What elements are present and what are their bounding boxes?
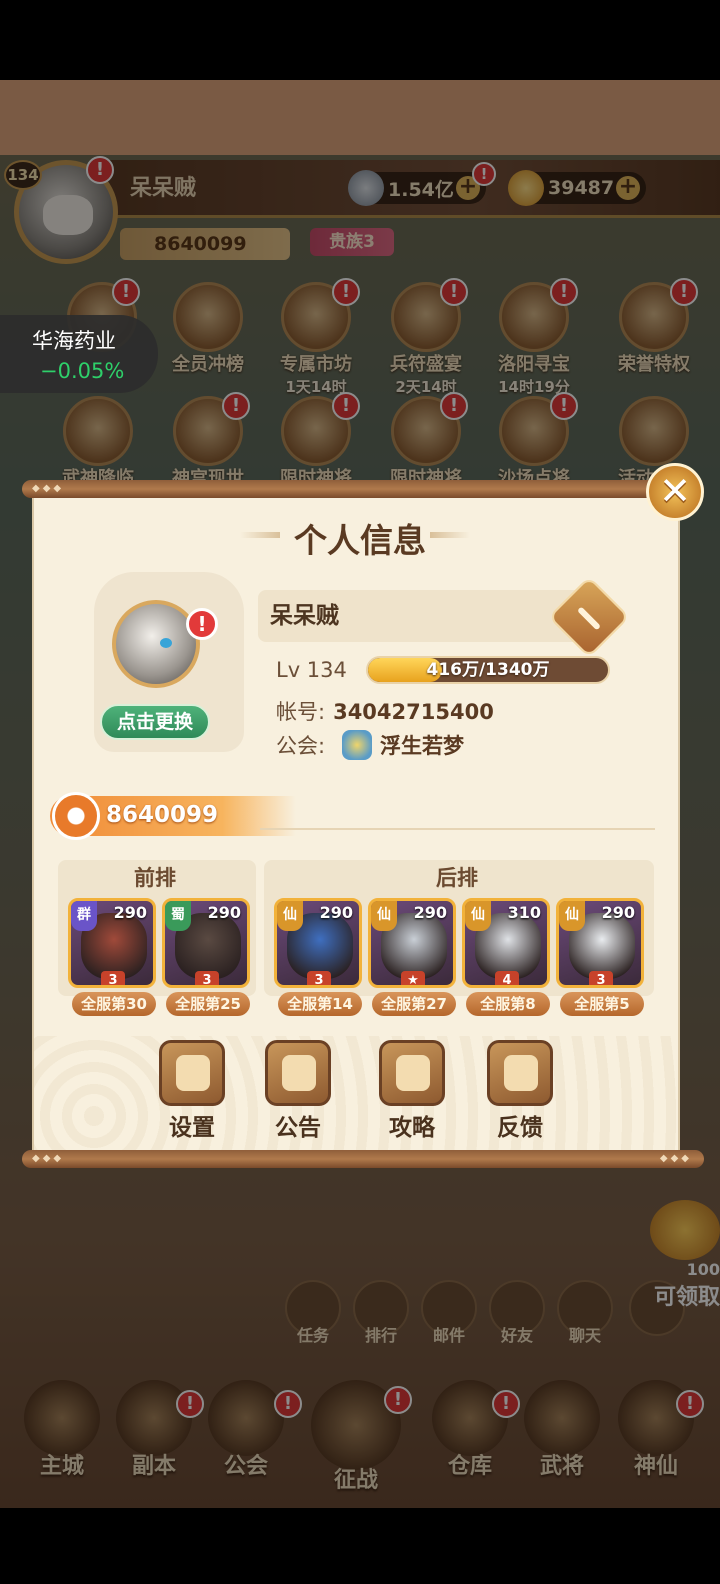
change-avatar-button[interactable]: 点击更换 <box>100 704 210 740</box>
faction-badge: 仙 <box>371 901 397 931</box>
hero-level: 290 <box>207 903 241 922</box>
hero-server-rank: 全服第27 <box>372 992 456 1016</box>
top-band <box>0 80 720 155</box>
hero-server-rank: 全服第25 <box>166 992 250 1016</box>
hero-level: 310 <box>507 903 541 922</box>
faction-badge: 群 <box>71 901 97 931</box>
hero-level: 290 <box>601 903 635 922</box>
wave-pattern <box>34 1036 678 1152</box>
hero-server-rank: 全服第30 <box>72 992 156 1016</box>
gamepad-icon <box>379 1040 445 1106</box>
front-row-label: 前排 <box>134 866 176 890</box>
hero-server-rank: 全服第14 <box>278 992 362 1016</box>
guide-label: 攻略 <box>389 1115 435 1141</box>
hero-level: 290 <box>113 903 147 922</box>
combat-power-value: 8640099 <box>106 802 219 828</box>
faction-badge: 仙 <box>465 901 491 931</box>
scroll-rod-top: ◆◆◆ <box>22 480 704 498</box>
xp-text: 416万/1340万 <box>426 660 550 680</box>
hero-card[interactable]: 群 290 3 <box>68 898 156 988</box>
guild-emblem-icon <box>342 730 372 760</box>
feedback-label: 反馈 <box>497 1115 543 1141</box>
hero-level: 290 <box>319 903 353 922</box>
faction-badge: 仙 <box>277 901 303 931</box>
divider <box>260 828 655 830</box>
faction-badge: 仙 <box>559 901 585 931</box>
paw-icon <box>52 792 100 840</box>
hero-star-badge: 4 <box>495 971 519 985</box>
pencil-icon <box>576 606 602 631</box>
envelope-icon <box>487 1040 553 1106</box>
hero-card[interactable]: 仙 290 3 <box>556 898 644 988</box>
feedback-button[interactable]: 反馈 <box>480 1040 560 1142</box>
scroll-rod-bottom: ◆◆◆ ◆◆◆ <box>22 1150 704 1168</box>
status-bar-area <box>0 0 720 80</box>
announcement-button[interactable]: 公告 <box>258 1040 338 1142</box>
hero-card[interactable]: 蜀 290 3 <box>162 898 250 988</box>
nav-bar-area <box>0 1508 720 1584</box>
account-row: 帐号: 34042715400 <box>276 696 494 726</box>
settings-button[interactable]: 设置 <box>152 1040 232 1142</box>
player-name-field: 呆呆贼 <box>258 590 596 642</box>
hero-level: 290 <box>413 903 447 922</box>
account-label: 帐号: <box>276 700 326 724</box>
title-decoration <box>430 532 470 538</box>
hero-star-badge: 3 <box>195 971 219 985</box>
xp-progress-bar: 416万/1340万 <box>366 656 610 684</box>
hero-star-badge: 3 <box>101 971 125 985</box>
wrench-icon <box>159 1040 225 1106</box>
hero-star-badge: 3 <box>307 971 331 985</box>
hero-card[interactable]: 仙 290 ★ <box>368 898 456 988</box>
settings-label: 设置 <box>169 1115 215 1141</box>
profile-avatar[interactable] <box>112 600 200 688</box>
announcement-label: 公告 <box>275 1115 321 1141</box>
hero-star-icon: ★ <box>401 971 425 985</box>
close-button[interactable]: ✕ <box>646 463 704 521</box>
stock-name: 华海药业 <box>32 329 116 353</box>
dialog-title: 个人信息 <box>294 521 426 560</box>
guild-name[interactable]: 浮生若梦 <box>380 730 464 760</box>
hero-card[interactable]: 仙 290 3 <box>274 898 362 988</box>
guild-label: 公会: <box>276 734 326 758</box>
game-screen: 134 ! 呆呆贼 1.54亿 + ! 39487 + 8640099 贵族3 … <box>0 0 720 1584</box>
hero-server-rank: 全服第8 <box>466 992 550 1016</box>
scroll-icon <box>265 1040 331 1106</box>
hero-server-rank: 全服第5 <box>560 992 644 1016</box>
stock-widget[interactable]: 华海药业 −0.05% <box>0 315 158 393</box>
level-label: Lv 134 <box>276 658 347 682</box>
avatar-alert-icon: ! <box>186 608 218 640</box>
hero-star-badge: 3 <box>589 971 613 985</box>
guide-button[interactable]: 攻略 <box>372 1040 452 1142</box>
back-row-label: 后排 <box>436 866 478 890</box>
faction-badge: 蜀 <box>165 901 191 931</box>
account-id[interactable]: 34042715400 <box>333 700 494 724</box>
stock-change: −0.05% <box>40 359 125 383</box>
hero-card[interactable]: 仙 310 4 <box>462 898 550 988</box>
